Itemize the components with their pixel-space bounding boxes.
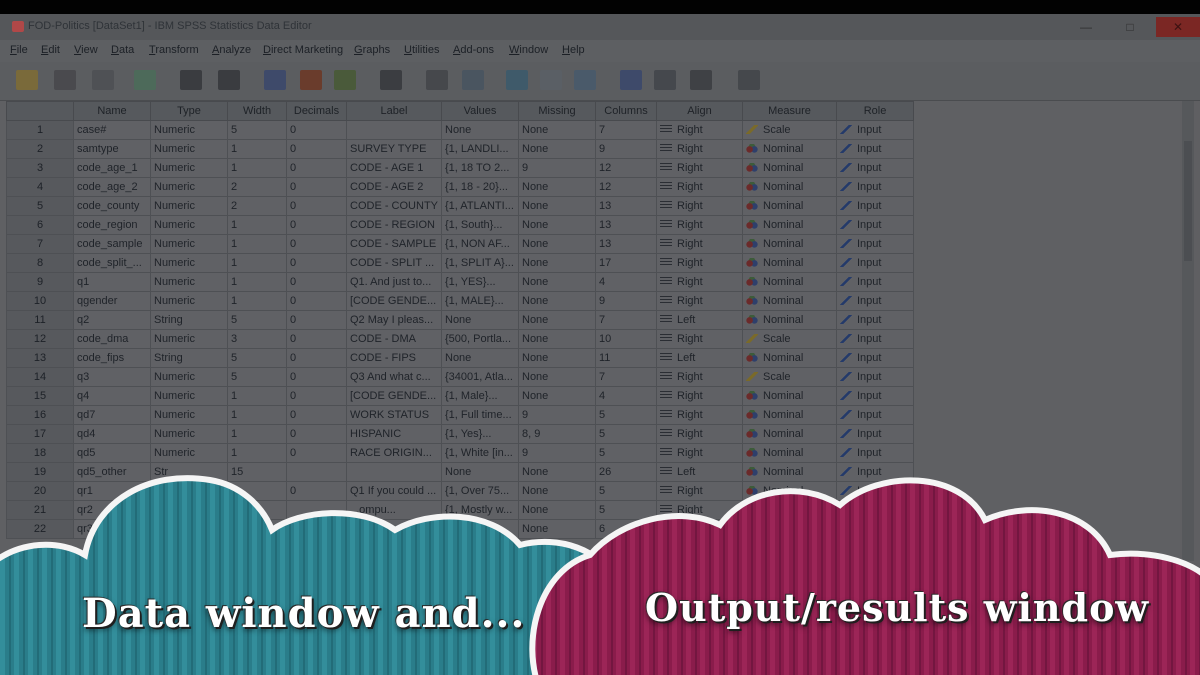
cloud-overlay [0,475,1200,675]
right-cloud [529,477,1200,675]
caption-data-window: Data window and... [82,590,526,637]
caption-output-window: Output/results window [645,585,1150,630]
